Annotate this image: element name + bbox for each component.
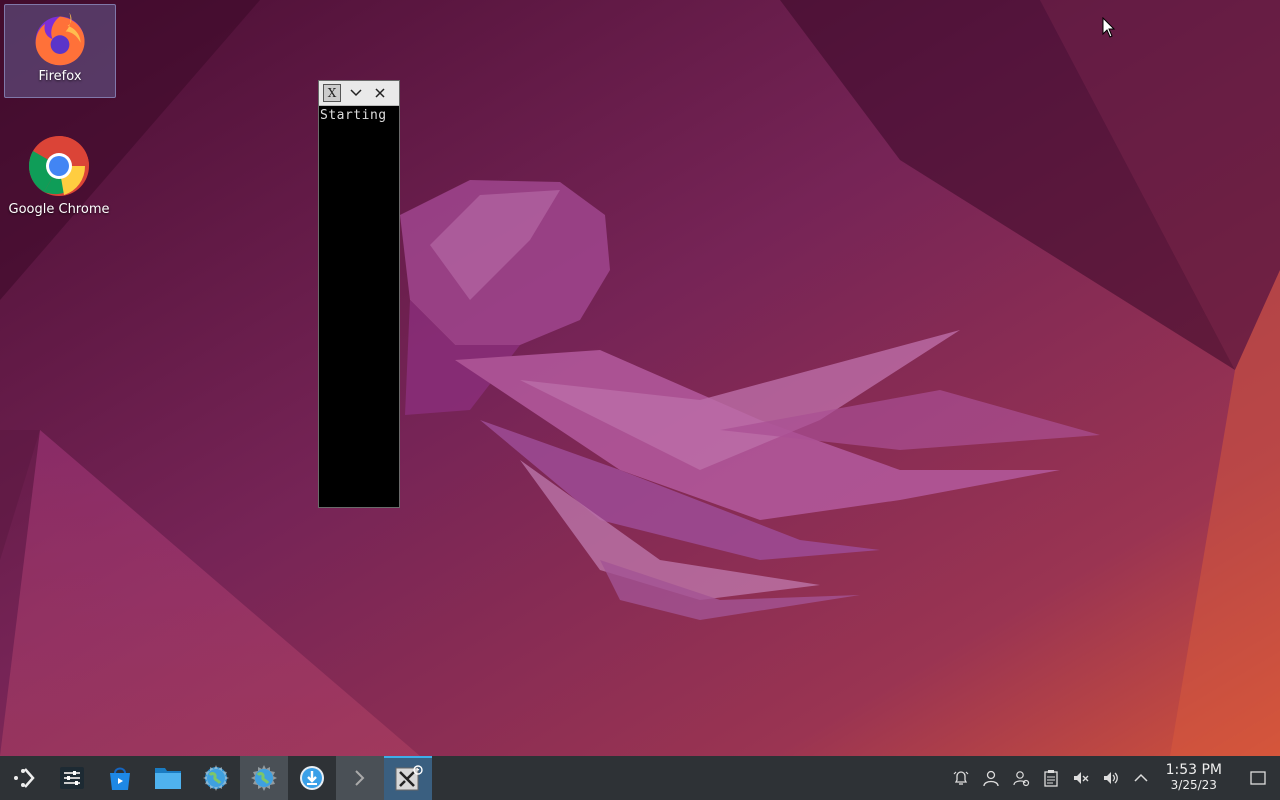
web-browser-icon [251, 765, 277, 791]
x-app-icon [395, 765, 423, 791]
taskbar: 1:53 PM 3/25/23 [0, 756, 1280, 800]
expand-tray-icon [1134, 773, 1148, 782]
desktop-icon-firefox[interactable]: Firefox [4, 4, 116, 98]
taskbar-web-browser-2[interactable] [240, 756, 288, 800]
tray-expand-button[interactable] [1126, 756, 1156, 800]
file-manager-icon [155, 768, 181, 789]
tray-user-switch[interactable] [1006, 756, 1036, 800]
window-titlebar[interactable]: X [319, 81, 399, 106]
tray-user[interactable] [976, 756, 1006, 800]
desktop-icon-label: Firefox [38, 69, 82, 84]
x-app-icon: X [323, 84, 341, 102]
muted-speaker-icon [1073, 772, 1089, 784]
discover-store-icon [110, 767, 130, 790]
clipboard-icon [1043, 770, 1058, 787]
clock-time: 1:53 PM [1165, 762, 1222, 778]
close-icon [375, 88, 385, 98]
close-button[interactable] [371, 84, 389, 102]
mouse-cursor-icon [1102, 17, 1116, 38]
desktop-icon-google-chrome[interactable]: Google Chrome [4, 132, 114, 218]
chevron-down-icon [350, 89, 362, 97]
tray-volume[interactable] [1096, 756, 1126, 800]
show-desktop-icon [1250, 771, 1266, 785]
user-switch-icon [1012, 771, 1029, 787]
show-desktop-button[interactable] [1236, 756, 1280, 800]
tray-muted-speaker[interactable] [1066, 756, 1096, 800]
taskbar-discover-store[interactable] [96, 756, 144, 800]
taskbar-system-settings[interactable] [48, 756, 96, 800]
chrome-icon [28, 136, 89, 196]
system-settings-icon [60, 767, 84, 789]
system-tray: 1:53 PM 3/25/23 [946, 756, 1280, 800]
app-launcher-button[interactable] [0, 756, 48, 800]
web-browser-icon [203, 765, 229, 791]
taskbar-web-browser[interactable] [192, 756, 240, 800]
app-launcher-icon [14, 768, 35, 788]
notifications-icon [953, 771, 969, 785]
download-icon [300, 766, 324, 790]
tray-clipboard[interactable] [1036, 756, 1066, 800]
firefox-icon [35, 12, 85, 66]
taskbar-terminal[interactable] [336, 756, 384, 800]
desktop-icon-label: Google Chrome [8, 202, 110, 217]
volume-icon [1103, 772, 1118, 784]
taskbar-downloader[interactable] [288, 756, 336, 800]
taskbar-x-app[interactable] [384, 756, 432, 800]
desktop-wallpaper [0, 0, 1280, 756]
terminal-icon [355, 770, 365, 786]
user-icon [982, 770, 999, 787]
digital-clock[interactable]: 1:53 PM 3/25/23 [1156, 763, 1236, 793]
x-app-window[interactable]: X Starting [318, 80, 400, 508]
tray-notifications[interactable] [946, 756, 976, 800]
clock-date: 3/25/23 [1170, 778, 1217, 792]
taskbar-file-manager[interactable] [144, 756, 192, 800]
minimize-chevron-button[interactable] [347, 84, 365, 102]
window-content: Starting [320, 108, 387, 123]
